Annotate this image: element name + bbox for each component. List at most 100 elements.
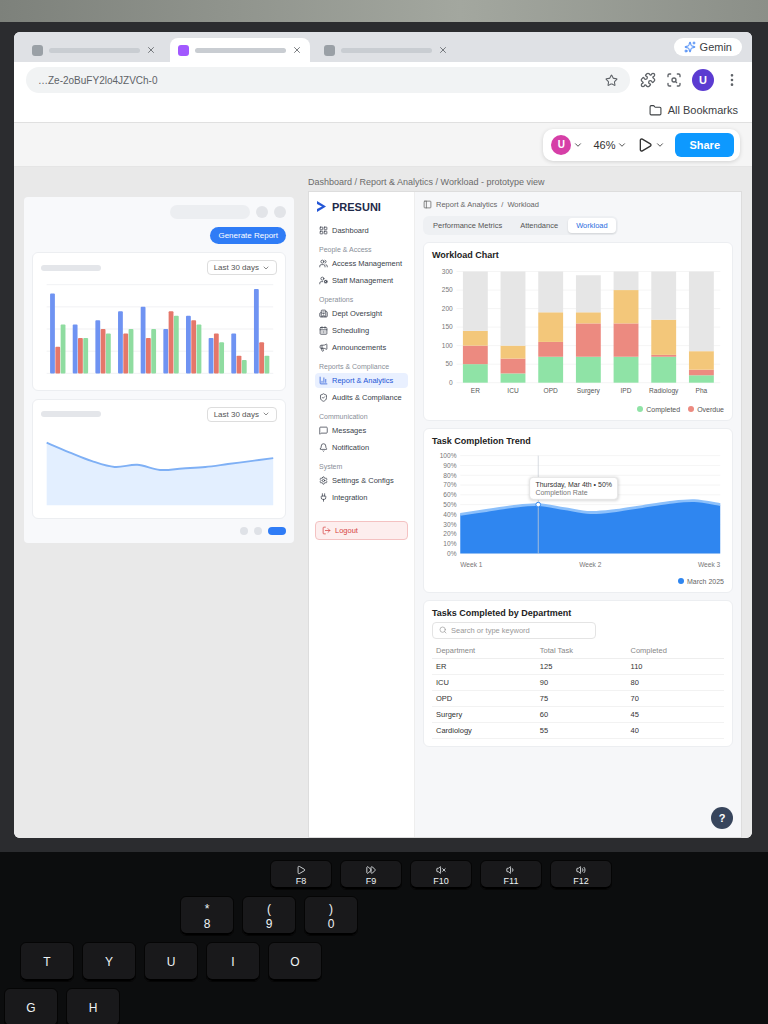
sidebar-item[interactable]: Settings & Configs: [315, 473, 408, 488]
legend-item: Overdue: [688, 406, 724, 413]
chart-bar: [151, 329, 156, 373]
tab[interactable]: Attendance: [512, 218, 566, 233]
bar-chart-card: Last 30 days: [32, 252, 286, 391]
nav-icon: [319, 276, 328, 285]
pager-dot[interactable]: [268, 527, 286, 535]
category-label: OPD: [544, 387, 559, 394]
sidebar-item[interactable]: Notification: [315, 440, 408, 455]
bar-stack[interactable]: OPD: [538, 272, 563, 395]
sidebar-item[interactable]: Report & Analytics: [315, 373, 408, 388]
bar-stack[interactable]: Surgery: [576, 275, 601, 395]
share-button[interactable]: Share: [675, 133, 734, 157]
tab[interactable]: Workload: [568, 218, 616, 233]
logout-button[interactable]: Logout: [315, 521, 408, 540]
letter-key[interactable]: O: [268, 942, 322, 982]
chart-bar: [186, 316, 191, 374]
bar-stack[interactable]: IPD: [614, 272, 639, 395]
chart-bar: [163, 329, 168, 373]
function-key[interactable]: F12: [550, 860, 612, 890]
bar-stack[interactable]: ICU: [501, 272, 526, 395]
function-key[interactable]: F9: [340, 860, 402, 890]
letter-key[interactable]: U: [144, 942, 198, 982]
table-cell: 110: [627, 658, 724, 674]
bar-segment: [463, 364, 488, 383]
browser-tab[interactable]: [24, 38, 164, 62]
generate-report-button[interactable]: Generate Report: [210, 227, 286, 244]
address-bar[interactable]: …Ze-2oBuFY2lo4JZVCh-0: [26, 67, 630, 93]
table-row[interactable]: ICU9080: [432, 674, 724, 690]
sidebar-item[interactable]: Scheduling: [315, 323, 408, 338]
bar-segment: [614, 323, 639, 356]
function-key[interactable]: F8: [270, 860, 332, 890]
pager-dot[interactable]: [254, 527, 262, 535]
chart-bar: [123, 333, 128, 373]
sidebar-item[interactable]: Access Management: [315, 256, 408, 271]
table-row[interactable]: OPD7570: [432, 690, 724, 706]
profile-avatar[interactable]: U: [692, 69, 714, 91]
key-label: U: [167, 955, 176, 969]
gemini-button[interactable]: Gemin: [674, 38, 742, 56]
bar-stack[interactable]: ER: [463, 272, 488, 395]
grid-line: [460, 464, 720, 465]
grouped-bar-chart: [41, 279, 277, 383]
sidebar-item[interactable]: Integration: [315, 490, 408, 505]
sidebar-item[interactable]: Audits & Compliance: [315, 390, 408, 405]
number-key[interactable]: )0: [304, 896, 358, 936]
number-key[interactable]: (9: [242, 896, 296, 936]
table-cell: 55: [536, 722, 627, 738]
line-series: [47, 443, 274, 470]
browser-tab[interactable]: [316, 38, 456, 62]
nav-icon: [319, 493, 328, 502]
zoom-menu[interactable]: 46%: [593, 139, 627, 151]
number-key[interactable]: *8: [180, 896, 234, 936]
letter-key[interactable]: G: [4, 988, 58, 1024]
function-key[interactable]: F11: [480, 860, 542, 890]
sidebar-item[interactable]: Messages: [315, 423, 408, 438]
nav-icon: [319, 309, 328, 318]
pager-dot[interactable]: [240, 527, 248, 535]
chevron-icon: [573, 140, 583, 150]
sidebar-item[interactable]: Staff Management: [315, 273, 408, 288]
all-bookmarks[interactable]: All Bookmarks: [668, 104, 738, 116]
tick-label: 50%: [443, 500, 456, 507]
sidebar-section: System: [319, 463, 408, 470]
help-button[interactable]: ?: [711, 807, 733, 829]
grid-line: [456, 271, 720, 272]
user-menu[interactable]: U: [551, 135, 583, 155]
breadcrumb-item[interactable]: Report & Analytics: [436, 200, 497, 209]
tick-label: 50: [445, 361, 453, 368]
table-row[interactable]: Cardiology5540: [432, 722, 724, 738]
bar-stack[interactable]: Radiology: [649, 272, 679, 396]
close-icon: [292, 45, 302, 55]
tab[interactable]: Performance Metrics: [425, 218, 510, 233]
chart-bar: [141, 307, 146, 374]
column-header: Total Task: [536, 643, 627, 659]
folder-icon: [649, 104, 662, 117]
letter-key[interactable]: I: [206, 942, 260, 982]
breadcrumb-item[interactable]: Workload: [507, 200, 539, 209]
sidebar-item[interactable]: Dashboard: [315, 223, 408, 238]
category-label: Radiology: [649, 387, 679, 395]
browser-tab[interactable]: [170, 38, 310, 62]
present-menu[interactable]: [637, 137, 665, 153]
bar-stack[interactable]: Pha: [689, 272, 714, 395]
letter-key[interactable]: H: [66, 988, 120, 1024]
table-row[interactable]: ER125110: [432, 658, 724, 674]
sidebar-item[interactable]: Announcements: [315, 340, 408, 355]
letter-key[interactable]: T: [20, 942, 74, 982]
period-filter[interactable]: Last 30 days: [207, 407, 277, 422]
function-key[interactable]: F10: [410, 860, 472, 890]
sidebar-section: Communication: [319, 413, 408, 420]
bar-segment: [538, 312, 563, 342]
photo-stage: Gemin …Ze-2oBuFY2lo4JZVCh-0 U All Bookmarks…: [0, 0, 768, 1024]
bar-segment: [689, 351, 714, 370]
table-cell: 70: [627, 690, 724, 706]
letter-key[interactable]: Y: [82, 942, 136, 982]
sidebar-item[interactable]: Dept Oversight: [315, 306, 408, 321]
table-search[interactable]: Search or type keyword: [432, 622, 596, 639]
chart-bar: [191, 320, 196, 373]
period-filter[interactable]: Last 30 days: [207, 260, 277, 275]
table-row[interactable]: Surgery6045: [432, 706, 724, 722]
x-label: Week 1: [460, 560, 483, 567]
table-card: Tasks Completed by DepartmentSearch or t…: [423, 600, 733, 747]
